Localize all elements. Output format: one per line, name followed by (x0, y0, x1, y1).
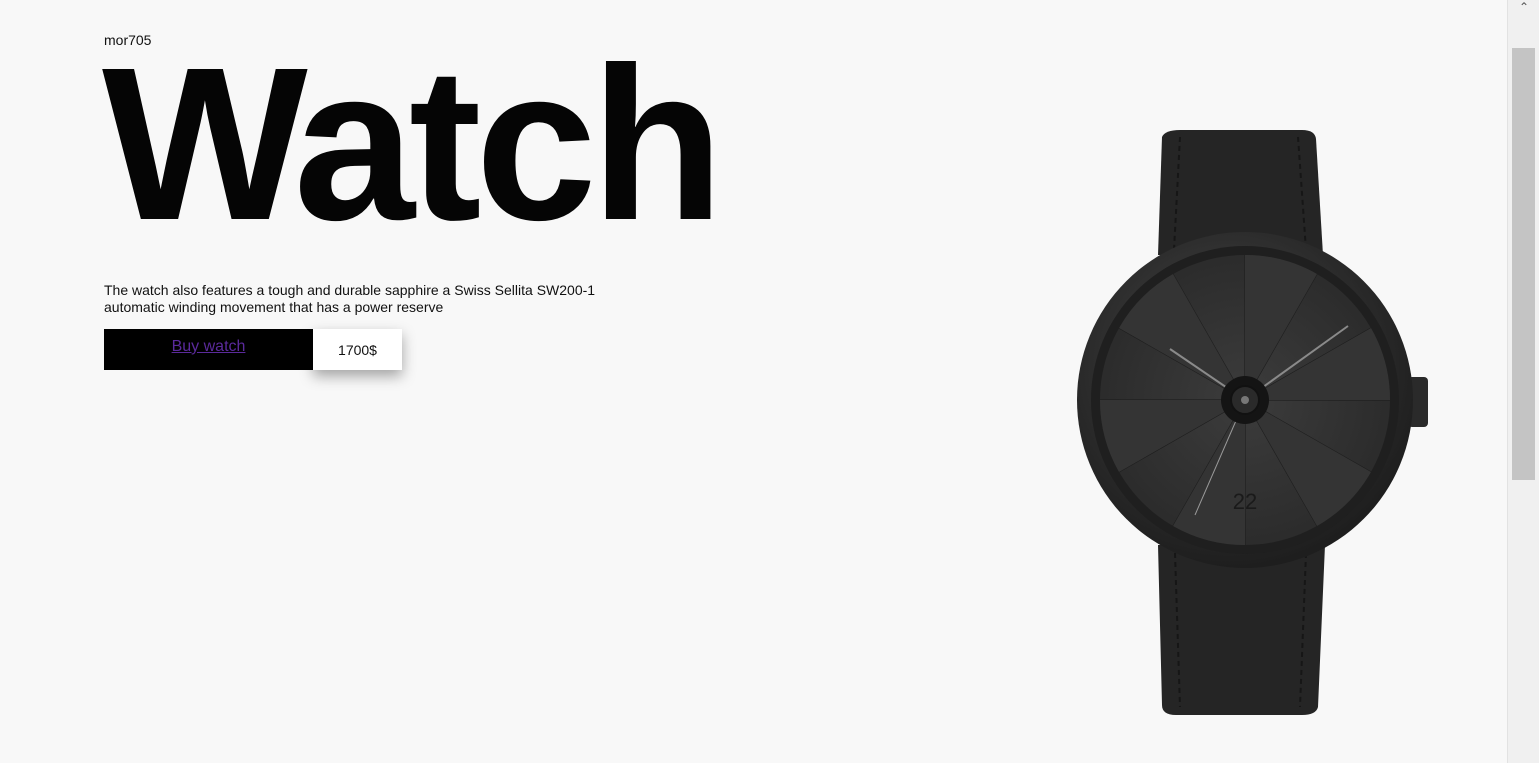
hero-title: Watch (102, 23, 724, 266)
vertical-scrollbar[interactable]: ⌃ (1507, 0, 1539, 763)
purchase-row: Buy watch 1700$ (104, 329, 402, 370)
page: mor705 Watch The watch also features a t… (0, 0, 1507, 763)
price-tag: 1700$ (313, 329, 402, 370)
watch-product-image: 22 (1070, 125, 1440, 720)
watch-illustration: 22 (1077, 130, 1428, 715)
product-description: The watch also features a tough and dura… (104, 282, 596, 315)
buy-watch-button[interactable]: Buy watch (104, 329, 313, 370)
scroll-up-arrow-icon[interactable]: ⌃ (1508, 0, 1539, 14)
watch-dial-number: 22 (1233, 489, 1257, 514)
buy-watch-link[interactable]: Buy watch (172, 338, 246, 356)
scrollbar-thumb[interactable] (1512, 48, 1535, 480)
